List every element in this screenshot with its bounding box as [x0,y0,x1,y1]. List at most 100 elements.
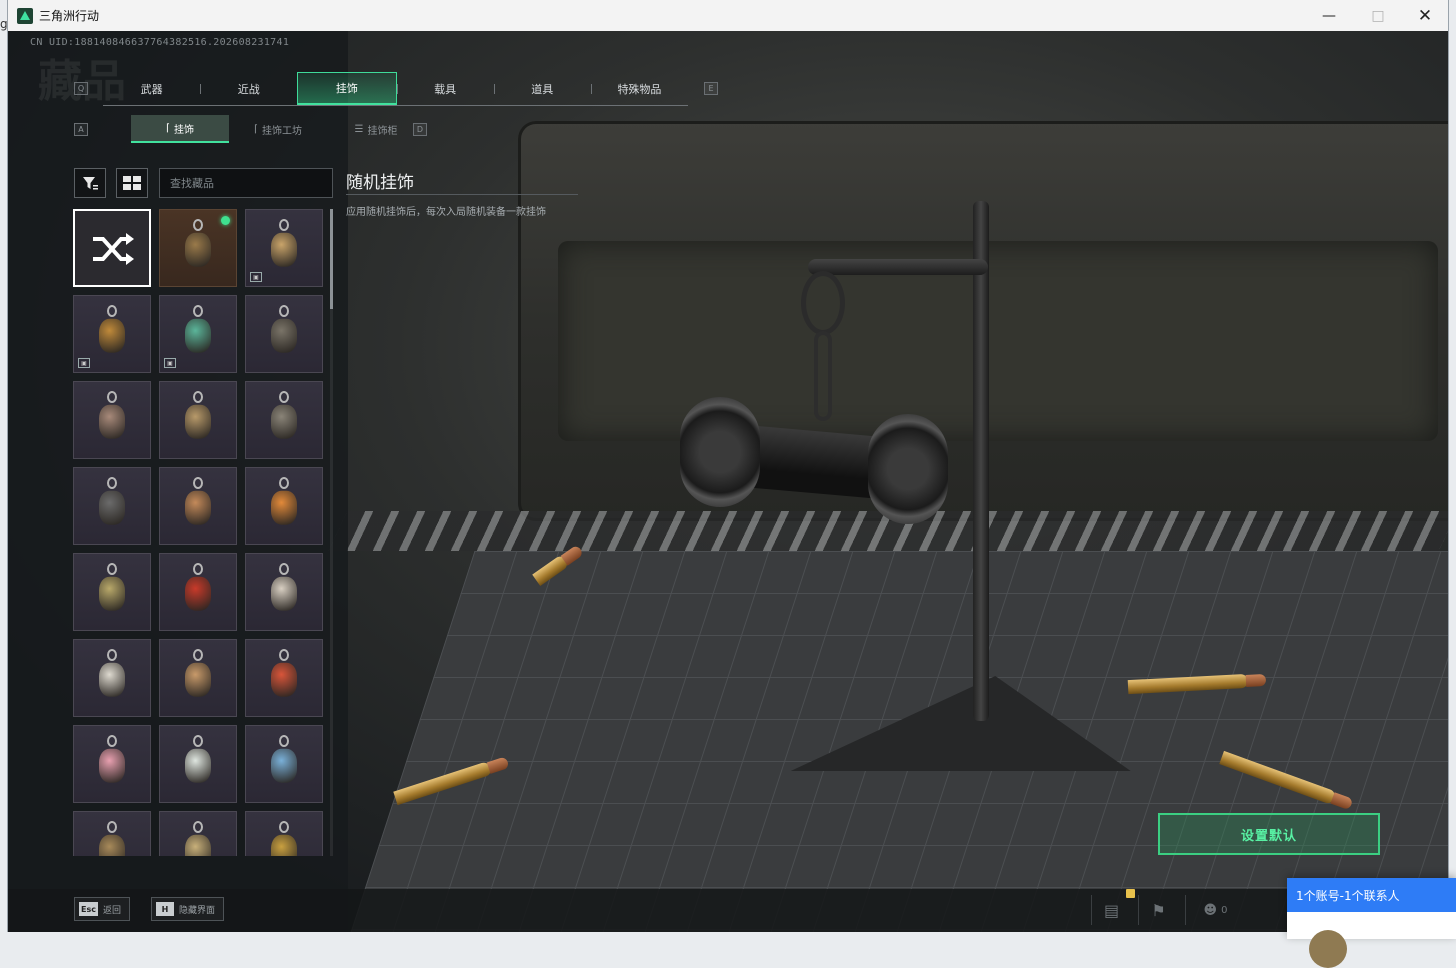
hide-ui-label: 隐藏界面 [179,905,216,916]
key-charm-icon [99,834,125,856]
charm-item-bell-charm[interactable] [159,811,237,856]
search-input[interactable] [159,168,333,198]
charm-item-plate-charm[interactable] [73,639,151,717]
friends-button[interactable]: ☻ 0 [1185,895,1245,925]
charm-item-tool-charm[interactable] [245,381,323,459]
tab-special-items[interactable]: 特殊物品 [590,72,688,105]
flag-icon[interactable]: ⚑ [1138,895,1178,925]
butterfly-charm-icon [271,748,297,783]
cookie-charm-icon [185,662,211,697]
charm-hook-icon [279,735,289,747]
charm-item-tree-charm[interactable] [159,725,237,803]
lantern-charm-icon [271,232,297,267]
hide-ui-button[interactable]: H 隐藏界面 [151,897,225,921]
subtab-label: 挂饰 [173,124,194,136]
image-tag-icon: ▣ [78,358,90,368]
charm-item-fish-charm[interactable] [245,467,323,545]
figure-charm-icon [99,404,125,439]
charm-hook-icon [107,305,117,317]
maximize-icon[interactable]: □ [1355,0,1401,31]
charm-hook-icon [107,391,117,403]
charm-item-clock-charm[interactable] [245,639,323,717]
charm-item-cupcake-charm[interactable] [73,725,151,803]
category-tabs: 武器 近战 挂饰 载具 道具 特殊物品 [103,72,688,106]
number-charm-icon [271,318,297,353]
plate-charm-icon [99,662,125,697]
detail-title: 随机挂饰 [346,173,414,193]
tree-charm-icon [185,748,211,783]
grid-scrollbar[interactable] [330,209,333,856]
charm-item-figure-charm[interactable] [73,381,151,459]
cupcake-charm-icon [99,748,125,783]
dragon-charm-icon [185,576,211,611]
scrollbar-thumb[interactable] [330,209,333,309]
charm-hook-icon [279,821,289,833]
back-label: 返回 [102,905,121,916]
gem-charm-icon [185,318,211,353]
charm-item-random[interactable] [73,209,151,287]
sub-tabs: ⌈ 挂饰 ⌈ 挂饰工坊 ☰ 挂饰柜 [131,115,425,143]
charm-hook-icon [279,563,289,575]
app-logo-icon [17,7,33,24]
shuffle-icon [93,233,134,265]
key-h: H [156,902,174,916]
charm-item-dumbbell-charm[interactable] [73,467,151,545]
key-esc: Esc [79,902,98,916]
frame-charm-icon [185,490,211,525]
charm-hook-icon [279,649,289,661]
charm-item-moon-charm[interactable] [159,381,237,459]
back-button[interactable]: Esc 返回 [74,897,130,921]
charm-hook-icon [279,219,289,231]
tab-weapons[interactable]: 武器 [103,72,200,105]
charm-item-burger-charm[interactable] [73,553,151,631]
charm-hook-icon [193,477,203,489]
minimize-icon[interactable]: — [1306,0,1352,31]
charm-item-cookie-charm[interactable] [159,639,237,717]
charm-item-number-charm[interactable] [245,295,323,373]
charm-item-butterfly-charm[interactable] [245,725,323,803]
contact-popup-text: 1个账号-1个联系人 [1287,878,1456,912]
subtab-charms[interactable]: ⌈ 挂饰 [131,115,229,143]
stats-icon[interactable]: ▤ [1091,895,1131,925]
stand-pole [973,201,989,721]
grid-view-button[interactable] [116,168,148,198]
charm-hook-icon [279,391,289,403]
tool-charm-icon [271,404,297,439]
fish-charm-icon [271,490,297,525]
equipped-indicator [221,216,230,225]
subtab-charm-cabinet[interactable]: ☰ 挂饰柜 [327,115,425,143]
charm-hook-icon [193,821,203,833]
charm-hook-icon [107,821,117,833]
charm-item-gem-charm[interactable]: ▣ [159,295,237,373]
charm-icon: ⌈ [166,122,170,134]
rabbit-charm-icon [271,576,297,611]
charm-hook-icon [107,563,117,575]
bell-charm-icon [185,834,211,856]
charm-item-frame-charm[interactable] [159,467,237,545]
charm-item-gold-charm[interactable] [159,209,237,287]
charm-item-dragon-charm[interactable] [159,553,237,631]
charm-hook-icon [107,735,117,747]
ring-charm-icon [271,834,297,856]
charm-item-rabbit-charm[interactable] [245,553,323,631]
charm-item-box-charm[interactable]: ▣ [73,295,151,373]
tab-vehicles[interactable]: 载具 [396,72,494,105]
set-default-button[interactable]: 设置默认 [1158,813,1380,855]
contact-popup[interactable]: 1个账号-1个联系人 [1287,878,1456,968]
charm-item-lantern-charm[interactable]: ▣ [245,209,323,287]
charm-hook-icon [107,649,117,661]
tab-props[interactable]: 道具 [493,72,591,105]
moon-charm-icon [185,404,211,439]
charm-grid: ▣ ▣ ▣ [73,209,323,856]
charm-item-ring-charm[interactable] [245,811,323,856]
tab-melee[interactable]: 近战 [200,72,297,105]
tab-charms[interactable]: 挂饰 [297,72,397,105]
key-hint-e: E [704,82,718,95]
subtab-label: 挂饰柜 [367,125,398,137]
charm-hook-icon [107,477,117,489]
filter-button[interactable] [74,168,106,198]
close-icon[interactable]: ✕ [1402,0,1448,31]
charm-item-key-charm[interactable] [73,811,151,856]
subtab-charm-workshop[interactable]: ⌈ 挂饰工坊 [229,115,327,143]
charm-hook-icon [279,477,289,489]
